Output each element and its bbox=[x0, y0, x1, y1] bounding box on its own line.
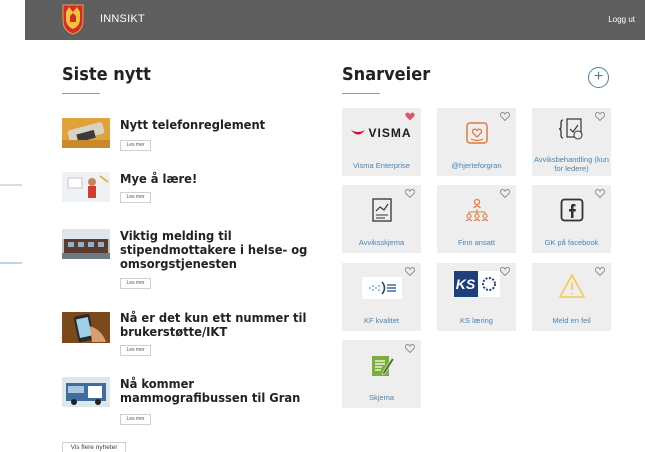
background-edge bbox=[0, 184, 22, 186]
visma-logo-text: VISMA bbox=[368, 126, 412, 140]
app-title: INNSIKT bbox=[100, 13, 145, 25]
ks-stars-icon bbox=[481, 277, 496, 291]
news-thumbnail-phone-image[interactable] bbox=[62, 118, 110, 148]
shortcuts-heading: Snarveier bbox=[342, 64, 431, 85]
form-chart-icon bbox=[371, 198, 392, 222]
shortcut-tile-meld-en-feil[interactable]: Meld en feil bbox=[532, 263, 611, 331]
news-item: Nytt telefonreglement Les mer bbox=[62, 118, 322, 158]
shortcut-tile-finn-ansatt[interactable]: Finn ansatt bbox=[437, 185, 516, 253]
shortcut-label: Finn ansatt bbox=[457, 238, 496, 247]
shortcut-label: GK på facebook bbox=[544, 238, 599, 247]
municipality-crest-icon bbox=[62, 4, 84, 35]
visma-swoosh-icon bbox=[351, 130, 366, 135]
more-news-button[interactable]: Vis flere nyheter bbox=[62, 442, 126, 452]
shortcut-label: Skjema bbox=[368, 393, 394, 402]
shortcut-label: KS læring bbox=[460, 316, 493, 325]
shortcut-label: Visma Enterprise bbox=[353, 161, 410, 170]
shortcut-label: Avviksbehandling (kun for ledere) bbox=[534, 155, 609, 173]
shortcut-tile-hjerteforgran[interactable]: @hjerteforgran bbox=[437, 108, 516, 176]
news-title-link[interactable]: Mye å lære! bbox=[120, 172, 309, 186]
news-item: Nå kommer mammografibussen til Gran Les … bbox=[62, 377, 322, 427]
read-more-button[interactable]: Les mer bbox=[120, 278, 151, 289]
shortcut-tile-gk-facebook[interactable]: GK på facebook bbox=[532, 185, 611, 253]
add-shortcut-button[interactable]: + bbox=[588, 67, 609, 88]
background-edge bbox=[0, 262, 22, 264]
news-item: Viktig melding til stipendmottakere i he… bbox=[62, 229, 322, 291]
news-title-link[interactable]: Nå er det kun ett nummer til brukerstøtt… bbox=[120, 311, 309, 339]
shortcut-tile-avviksskjema[interactable]: Avviksskjema bbox=[342, 185, 421, 253]
news-title-link[interactable]: Nå kommer mammografibussen til Gran bbox=[120, 377, 309, 405]
news-title-link[interactable]: Viktig melding til stipendmottakere i he… bbox=[120, 229, 309, 271]
top-bar: INNSIKT Logg ut bbox=[25, 0, 645, 40]
kf-logo-icon bbox=[361, 277, 402, 299]
logout-link[interactable]: Logg ut bbox=[608, 15, 635, 24]
shortcut-label: Avviksskjema bbox=[358, 238, 405, 247]
shortcut-tile-ks-laering[interactable]: KS KS læring bbox=[437, 263, 516, 331]
shortcut-label: Meld en feil bbox=[552, 316, 591, 325]
shortcut-tile-kf-kvalitet[interactable]: KF kvalitet bbox=[342, 263, 421, 331]
visma-logo-icon: VISMA bbox=[342, 118, 421, 148]
shortcut-label: KF kvalitet bbox=[363, 316, 399, 325]
document-review-icon bbox=[558, 118, 582, 140]
news-heading-underline bbox=[62, 93, 100, 94]
news-title-link[interactable]: Nytt telefonreglement bbox=[120, 118, 309, 132]
news-heading: Siste nytt bbox=[62, 64, 151, 85]
form-edit-icon bbox=[371, 356, 394, 376]
shortcut-tile-avviksbehandling[interactable]: Avviksbehandling (kun for ledere) bbox=[532, 108, 611, 176]
heart-in-hands-icon bbox=[465, 122, 488, 144]
shortcuts-heading-underline bbox=[342, 93, 380, 94]
news-thumbnail-bus-image[interactable] bbox=[62, 377, 110, 407]
ks-logo-text: KS bbox=[453, 271, 478, 297]
read-more-button[interactable]: Les mer bbox=[120, 140, 151, 151]
news-thumbnail-learning-image[interactable] bbox=[62, 172, 110, 202]
warning-icon bbox=[558, 274, 585, 298]
org-chart-icon bbox=[465, 198, 488, 222]
shortcut-tile-skjema[interactable]: Skjema bbox=[342, 340, 421, 408]
news-thumbnail-mobile-image[interactable] bbox=[62, 311, 110, 343]
read-more-button[interactable]: Les mer bbox=[120, 414, 151, 425]
ks-logo-icon: KS bbox=[453, 271, 500, 297]
news-thumbnail-building-image[interactable] bbox=[62, 229, 110, 259]
read-more-button[interactable]: Les mer bbox=[120, 345, 151, 356]
news-item: Mye å lære! Les mer bbox=[62, 172, 322, 212]
shortcut-label: @hjerteforgran bbox=[451, 161, 502, 170]
read-more-button[interactable]: Les mer bbox=[120, 192, 151, 203]
shortcut-tile-visma-enterprise[interactable]: VISMA Visma Enterprise bbox=[342, 108, 421, 176]
news-item: Nå er det kun ett nummer til brukerstøtt… bbox=[62, 311, 322, 359]
facebook-icon bbox=[560, 198, 583, 222]
